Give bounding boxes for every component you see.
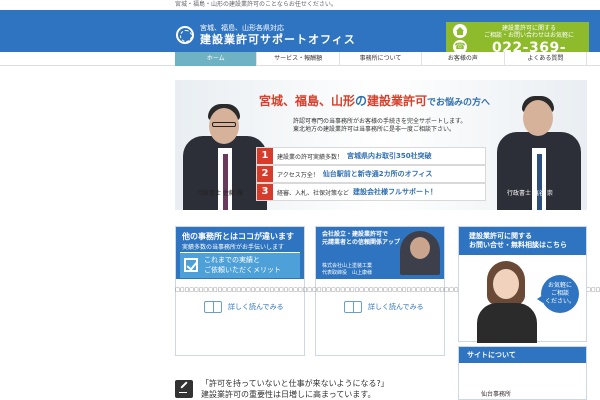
sidebar-about-heading: サイトについて: [459, 347, 586, 363]
merit-text: これまでの実績と ご依頼いただくメリット: [204, 255, 281, 275]
contact-icons: ☎: [450, 24, 470, 54]
page: 宮城・福島・山形の建設業許可のことならお任せください。 宮城、福島、山形各県対応…: [0, 0, 600, 400]
badge-text: 建設業の許可実績多数！: [277, 153, 344, 161]
contact-line-2: ご相談・お問い合わせはお気軽に: [483, 32, 574, 39]
quote-line-1: 「許可を持っていないと仕事が来ないようになる?」: [201, 379, 389, 388]
merit-highlight: これまでの実績と ご依頼いただくメリット: [180, 252, 300, 278]
client-name: 代表取締役 山上康様: [322, 270, 373, 276]
consult-heading-line-1: 建設業許可に関する: [469, 232, 532, 240]
nav-list: ホーム サービス・報酬額 事務所について お客様の声 よくある質問: [175, 52, 588, 66]
hero-title-accent: 宮城、福島、山形: [259, 94, 356, 108]
merit-line-1: これまでの実績と: [204, 256, 260, 264]
contact-text: 建設業許可に関する ご相談・お問い合わせはお気軽に 022-369-3153: [472, 25, 586, 75]
nav-item-home[interactable]: ホーム: [175, 52, 258, 66]
logo-text: 宮城、福島、山形各県対応 建設業許可サポートオフィス: [200, 24, 356, 46]
edit-icon: [175, 380, 193, 398]
hero-title: 宮城、福島、山形の建設業許可でお悩みの方へ: [259, 92, 585, 109]
hero-banner: 宮城、福島、山形の建設業許可でお悩みの方へ 許認可専門の当事務所がお客様の手続き…: [175, 80, 587, 210]
main-nav: ホーム サービス・報酬額 事務所について お客様の声 よくある質問: [0, 52, 600, 66]
hero-title-mid: の: [355, 94, 368, 108]
consult-heading-line-2: お問い合せ・無料相談はこちら: [469, 241, 567, 249]
client-photo: [400, 231, 440, 275]
merit-line-2: ご依頼いただくメリット: [204, 266, 281, 274]
site-logo[interactable]: 宮城、福島、山形各県対応 建設業許可サポートオフィス: [176, 24, 356, 46]
site-header: 宮城、福島、山形各県対応 建設業許可サポートオフィス ☎ 建設業許可に関する ご…: [0, 10, 600, 74]
badge-text: 経審、入札、社保対策など: [277, 189, 350, 197]
feature-badge-2: 2 アクセス万全！ 仙台駅前と新寺通2カ所のオフィス: [257, 166, 485, 182]
home-icon: [453, 24, 467, 38]
logo-emblem-icon: [176, 26, 194, 44]
hero-title-small: でお悩みの方へ: [427, 98, 491, 108]
logo-title: 建設業許可サポートオフィス: [200, 33, 356, 46]
read-more-label: 詳しく読んでみる: [368, 303, 424, 311]
contact-line-1: 建設業許可に関する: [501, 25, 556, 32]
testimonial-banner: 会社設立・建設業許可で 元請業者との信頼関係アップ 株式会社山上塗装工業 代表取…: [316, 227, 444, 279]
book-icon: [204, 301, 222, 313]
face: [493, 269, 519, 299]
glasses: [212, 122, 236, 127]
book-icon: [344, 301, 362, 313]
difference-banner: 他の事務所とはココが違います 実績多数の当事務所がお手伝いします これまでの実績…: [176, 227, 304, 279]
read-more-link[interactable]: 詳しく読んでみる: [204, 301, 284, 313]
sidebar-consult-heading: 建設業許可に関する お問い合せ・無料相談はこちら: [459, 227, 586, 255]
badge-number: 3: [257, 184, 273, 200]
read-more-link[interactable]: 詳しく読んでみる: [344, 301, 424, 313]
bubble-line-1: お気軽に: [547, 282, 572, 289]
badge-highlight: 仙台駅前と新寺通2カ所のオフィス: [322, 170, 433, 178]
consultant-name-left: 行政書士 佐藤 雅: [197, 190, 243, 197]
intro-quote: 「許可を持っていないと仕事が来ないようになる?」 建設業許可の重要性は日増しに高…: [175, 378, 455, 400]
badge-number: 2: [257, 166, 273, 182]
hero-desc-line-2: 東北地方の建設業許可は当事務所に是非一度ご相談下さい。: [293, 126, 456, 133]
testimonial-title-line-1: 会社設立・建設業許可で: [322, 231, 389, 238]
speech-bubble: お気軽に ご相談 ください。: [537, 275, 579, 313]
operator-photo: [477, 261, 537, 343]
difference-title: 他の事務所とはココが違います: [182, 232, 294, 241]
logo-subtitle: 宮城、福島、山形各県対応: [200, 24, 284, 32]
consultant-name-right: 行政書士 塩谷 崇: [507, 190, 553, 197]
nav-item-voices[interactable]: お客様の声: [422, 52, 505, 66]
tie: [223, 154, 228, 210]
badge-highlight: 宮城県内お取引350社突破: [347, 152, 432, 160]
read-more-label: 詳しく読んでみる: [228, 303, 284, 311]
sidebar-about-box: サイトについて 仙台事務所: [458, 346, 587, 400]
tie: [537, 154, 542, 210]
sidebar-consult-box[interactable]: 建設業許可に関する お問い合せ・無料相談はこちら お気軽に ご相談 ください。: [458, 226, 587, 343]
body: [477, 303, 537, 343]
difference-subtitle: 実績多数の当事務所がお手伝いします: [182, 244, 285, 251]
nav-item-services[interactable]: サービス・報酬額: [257, 52, 340, 66]
nav-item-faq[interactable]: よくある質問: [505, 52, 588, 66]
testimonial-title-line-2: 元請業者との信頼関係アップ: [322, 239, 400, 246]
office-label[interactable]: 仙台事務所: [481, 389, 511, 398]
feature-badge-1: 1 建設業の許可実績多数！ 宮城県内お取引350社突破: [257, 148, 485, 164]
checkbox-icon: [184, 258, 198, 272]
hero-description: 許認可専門の当事務所がお客様の手続きを完全サポートします。 東北地方の建設業許可…: [293, 118, 503, 134]
bubble-line-3: ください。: [544, 298, 575, 305]
hero-title-main: 建設業許可: [367, 94, 428, 108]
nav-item-about[interactable]: 事務所について: [340, 52, 423, 66]
testimonial-client: 株式会社山上塗装工業 代表取締役 山上康様: [322, 263, 372, 277]
hero-desc-line-1: 許認可専門の当事務所がお客様の手続きを完全サポートします。: [293, 118, 467, 125]
top-tagline: 宮城・福島・山形の建設業許可のことならお任せください。: [0, 0, 600, 10]
badge-text: アクセス万全！: [277, 171, 319, 179]
feature-badge-3: 3 経審、入札、社保対策など 建設会社様フルサポート！: [257, 184, 485, 200]
testimonial-title: 会社設立・建設業許可で 元請業者との信頼関係アップ: [322, 231, 400, 247]
quote-line-2: 建設業許可の重要性は日増しに高まっています。: [201, 390, 376, 399]
client-company: 株式会社山上塗装工業: [322, 263, 373, 269]
badge-highlight: 建設会社様フルサポート！: [353, 188, 438, 196]
bubble-line-2: ご相談: [550, 290, 569, 297]
badge-number: 1: [257, 148, 273, 164]
